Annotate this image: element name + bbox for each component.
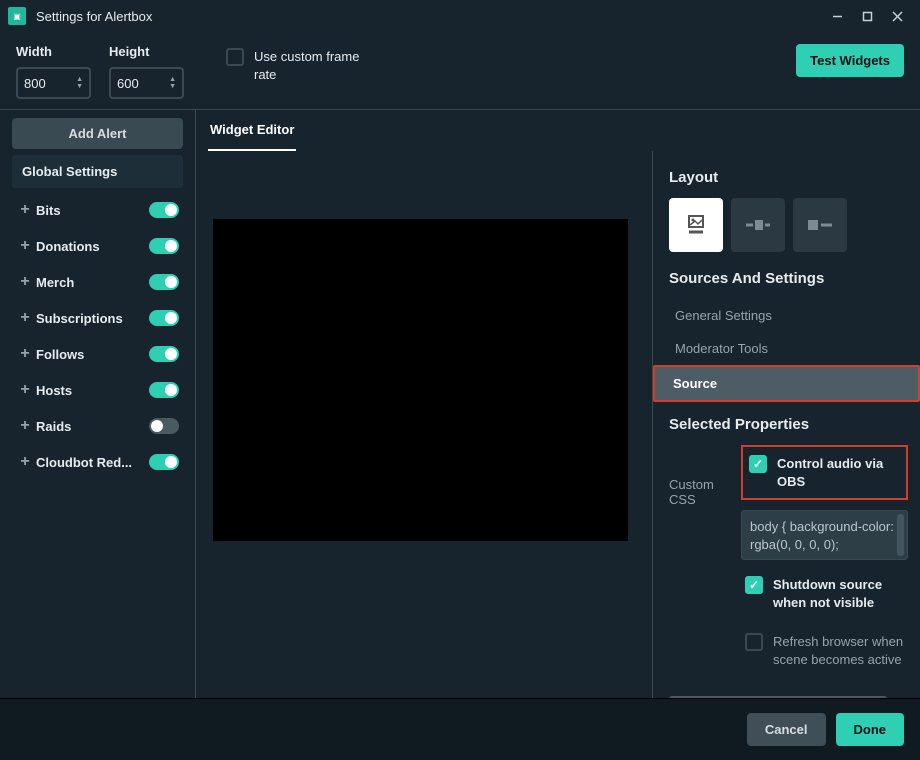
close-button[interactable]: [882, 0, 912, 32]
shutdown-source-row: Shutdown source when not visible: [741, 570, 908, 617]
source-source[interactable]: Source: [653, 365, 920, 402]
tab-widget-editor[interactable]: Widget Editor: [208, 110, 296, 151]
sidebar: Add Alert Global Settings +Bits+Donation…: [0, 110, 195, 698]
width-value: 800: [24, 76, 72, 91]
source-general-settings[interactable]: General Settings: [669, 299, 908, 332]
sidebar-category-row: +Merch: [12, 264, 183, 300]
footer: Cancel Done: [0, 698, 920, 760]
app-icon: ▣: [8, 7, 26, 25]
width-field-group: Width 800 ▲▼: [16, 44, 91, 99]
control-audio-label: Control audio via OBS: [777, 455, 900, 490]
category-toggle[interactable]: [149, 454, 179, 470]
cancel-button[interactable]: Cancel: [747, 713, 826, 746]
layout-option-inline[interactable]: [793, 198, 847, 252]
category-name[interactable]: Bits: [36, 203, 149, 218]
expand-icon[interactable]: +: [14, 417, 36, 435]
category-name[interactable]: Donations: [36, 239, 149, 254]
expand-icon[interactable]: +: [14, 201, 36, 219]
height-value: 600: [117, 76, 165, 91]
refresh-scene-label: Refresh browser when scene becomes activ…: [773, 633, 904, 668]
control-audio-checkbox[interactable]: [749, 455, 767, 473]
expand-icon[interactable]: +: [14, 453, 36, 471]
selected-properties-heading: Selected Properties: [669, 416, 908, 433]
custom-css-textarea[interactable]: body { background-color: rgba(0, 0, 0, 0…: [741, 510, 908, 560]
sources-heading: Sources And Settings: [669, 270, 908, 287]
width-step-up[interactable]: ▲: [76, 77, 83, 83]
layout-option-stacked[interactable]: [669, 198, 723, 252]
height-label: Height: [109, 44, 184, 59]
custom-framerate-checkbox[interactable]: [226, 48, 244, 66]
settings-window: ▣ Settings for Alertbox Width 800 ▲▼ Hei…: [0, 0, 920, 760]
category-name[interactable]: Follows: [36, 347, 149, 362]
category-toggle[interactable]: [149, 202, 179, 218]
width-label: Width: [16, 44, 91, 59]
shutdown-source-label: Shutdown source when not visible: [773, 576, 904, 611]
svg-text:▣: ▣: [13, 12, 21, 21]
layout-option-side[interactable]: [731, 198, 785, 252]
sidebar-category-row: +Bits: [12, 192, 183, 228]
category-name[interactable]: Raids: [36, 419, 149, 434]
sidebar-category-row: +Follows: [12, 336, 183, 372]
height-step-up[interactable]: ▲: [169, 77, 176, 83]
category-toggle[interactable]: [149, 418, 179, 434]
global-settings-item[interactable]: Global Settings: [12, 155, 183, 188]
refresh-scene-checkbox[interactable]: [745, 633, 763, 651]
top-strip: Width 800 ▲▼ Height 600 ▲▼ Use custom fr…: [0, 32, 920, 110]
sidebar-category-row: +Raids: [12, 408, 183, 444]
layout-heading: Layout: [669, 169, 908, 186]
titlebar: ▣ Settings for Alertbox: [0, 0, 920, 32]
window-title: Settings for Alertbox: [36, 9, 152, 24]
add-alert-button[interactable]: Add Alert: [12, 118, 183, 149]
category-toggle[interactable]: [149, 310, 179, 326]
sidebar-category-row: +Donations: [12, 228, 183, 264]
expand-icon[interactable]: +: [14, 237, 36, 255]
expand-icon[interactable]: +: [14, 345, 36, 363]
done-button[interactable]: Done: [836, 713, 905, 746]
category-toggle[interactable]: [149, 346, 179, 362]
preview-area: [196, 151, 652, 698]
maximize-button[interactable]: [852, 0, 882, 32]
width-input[interactable]: 800 ▲▼: [16, 67, 91, 99]
minimize-button[interactable]: [822, 0, 852, 32]
height-input[interactable]: 600 ▲▼: [109, 67, 184, 99]
custom-framerate-label: Use custom frame rate: [254, 48, 379, 84]
sidebar-category-row: +Hosts: [12, 372, 183, 408]
sidebar-category-row: +Subscriptions: [12, 300, 183, 336]
expand-icon[interactable]: +: [14, 273, 36, 291]
refresh-scene-row: Refresh browser when scene becomes activ…: [741, 627, 908, 674]
main-panel: Widget Editor Layout: [195, 110, 920, 698]
custom-css-label: Custom CSS: [669, 445, 731, 684]
body: Add Alert Global Settings +Bits+Donation…: [0, 110, 920, 698]
category-toggle[interactable]: [149, 382, 179, 398]
height-field-group: Height 600 ▲▼: [109, 44, 184, 99]
category-toggle[interactable]: [149, 238, 179, 254]
custom-framerate-row: Use custom frame rate: [226, 48, 379, 84]
expand-icon[interactable]: +: [14, 309, 36, 327]
right-panel: Layout Sources And Settings Genera: [652, 151, 920, 698]
category-name[interactable]: Merch: [36, 275, 149, 290]
category-name[interactable]: Hosts: [36, 383, 149, 398]
widget-preview-canvas: [213, 219, 628, 541]
test-widgets-button[interactable]: Test Widgets: [796, 44, 904, 77]
width-step-down[interactable]: ▼: [76, 84, 83, 90]
expand-icon[interactable]: +: [14, 381, 36, 399]
source-moderator-tools[interactable]: Moderator Tools: [669, 332, 908, 365]
shutdown-source-checkbox[interactable]: [745, 576, 763, 594]
category-name[interactable]: Cloudbot Red...: [36, 455, 149, 470]
height-step-down[interactable]: ▼: [169, 84, 176, 90]
tabs-row: Widget Editor: [196, 110, 920, 151]
category-toggle[interactable]: [149, 274, 179, 290]
control-audio-row: Control audio via OBS: [741, 445, 908, 500]
sidebar-category-row: +Cloudbot Red...: [12, 444, 183, 480]
category-name[interactable]: Subscriptions: [36, 311, 149, 326]
